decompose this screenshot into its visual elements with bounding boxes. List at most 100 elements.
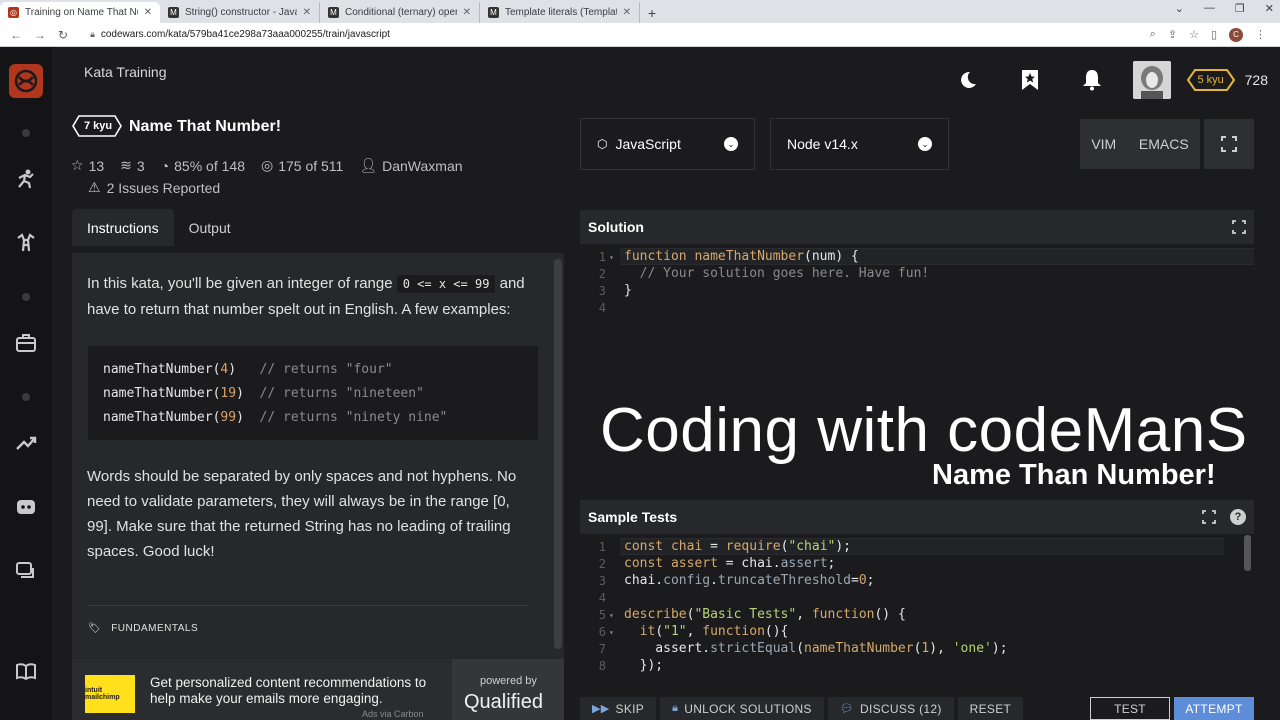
zoom-icon[interactable]: ⌕ (1150, 28, 1156, 41)
minimize-icon[interactable]: — (1204, 2, 1215, 15)
training-icon[interactable] (14, 167, 38, 191)
code-line: nameThatNumber(99) // returns "ninety ni… (103, 410, 448, 425)
user-avatar[interactable] (1132, 61, 1171, 99)
ad-via-label[interactable]: Ads via Carbon (362, 709, 424, 719)
text-line: 99]. Make sure that the returned String … (87, 518, 511, 535)
practice-icon[interactable] (14, 231, 38, 255)
attempt-button[interactable]: ATTEMPT (1174, 697, 1254, 720)
page-title: Kata Training (84, 64, 167, 80)
discuss-button[interactable]: 💬︎ DISCUSS (12) (827, 697, 954, 720)
bookmarks-icon[interactable] (999, 60, 1061, 100)
ad-text[interactable]: Get personalized content recommendations… (150, 675, 450, 707)
share-icon[interactable]: ⇪ (1168, 28, 1177, 41)
fold-arrow-icon[interactable]: ▾ (609, 253, 614, 262)
browser-profile-avatar[interactable]: C (1229, 27, 1243, 42)
kata-title: Name That Number! (129, 118, 282, 135)
text-fragment: and (499, 275, 525, 292)
carbon-ad[interactable]: intuit mailchimp Get personalized conten… (72, 659, 564, 720)
tab-output[interactable]: Output (174, 209, 246, 246)
stars-stat[interactable]: ☆ 13 (71, 157, 104, 174)
url-field[interactable]: 🔒︎ codewars.com/kata/579ba41ce298a73aaa0… (78, 29, 1150, 40)
browser-tab-2[interactable]: M String() constructor - JavaScript ✕ (160, 2, 320, 23)
author-name: DanWaxman (382, 157, 463, 174)
close-tab-icon[interactable]: ✕ (463, 7, 471, 18)
action-bar: ▶▶ SKIP 🔒︎ UNLOCK SOLUTIONS 💬︎ DISCUSS (12)… (580, 697, 1254, 720)
instructions-scrollbar[interactable] (554, 259, 562, 649)
code-line: nameThatNumber(19) // returns "nineteen" (103, 386, 424, 401)
code-line: assert.strictEqual(nameThatNumber(1), 'o… (624, 641, 1008, 656)
leaderboard-trend-icon[interactable] (14, 431, 38, 455)
tab-title: Training on Name That Number! (25, 7, 138, 18)
sidebar-icon[interactable]: ▯ (1211, 28, 1217, 41)
completed-text: 175 of 511 (278, 157, 344, 174)
author-stat[interactable]: 👤︎ DanWaxman (359, 157, 462, 174)
tag-icon: 🏷︎ (88, 623, 102, 634)
browser-tab-1[interactable]: ◎ Training on Name That Number! ✕ (0, 2, 160, 23)
rank-badge[interactable]: 5 kyu (1186, 69, 1235, 91)
expand-icon[interactable] (1232, 220, 1246, 234)
reset-button[interactable]: RESET (957, 697, 1024, 720)
tab-search-icon[interactable]: ⌄ (1175, 2, 1184, 15)
emacs-mode-button[interactable]: EMACS (1139, 136, 1189, 152)
tab-instructions[interactable]: Instructions (72, 209, 174, 246)
language-value: JavaScript (615, 136, 681, 152)
mdn-favicon-icon: M (328, 7, 339, 18)
briefcase-icon[interactable] (14, 331, 38, 355)
line-number: 1 (598, 540, 606, 554)
browser-tab-3[interactable]: M Conditional (ternary) operator - ✕ (320, 2, 480, 23)
reload-icon[interactable]: ↻ (58, 28, 68, 42)
expand-icon (1221, 136, 1237, 152)
discord-icon[interactable] (14, 495, 38, 519)
skip-button[interactable]: ▶▶ SKIP (580, 697, 657, 720)
tab-title: Conditional (ternary) operator - (345, 7, 457, 18)
close-tab-icon[interactable]: ✕ (144, 7, 152, 18)
version-select[interactable]: Node v14.x ⌄ (770, 118, 949, 170)
forward-icon[interactable]: → (34, 28, 46, 42)
help-icon[interactable]: ? (1230, 509, 1246, 525)
sample-tests-header: Sample Tests ? (580, 500, 1254, 534)
chat-icon[interactable] (14, 559, 38, 583)
browser-tab-bar: ◎ Training on Name That Number! ✕ M Stri… (0, 0, 1280, 23)
new-tab-icon[interactable]: + (640, 2, 664, 23)
back-icon[interactable]: ← (10, 28, 22, 42)
unlock-solutions-button[interactable]: 🔒︎ UNLOCK SOLUTIONS (660, 697, 824, 720)
nav-separator-dot (22, 129, 30, 137)
close-tab-icon[interactable]: ✕ (623, 7, 631, 18)
notifications-bell-icon[interactable] (1061, 60, 1123, 100)
docs-book-icon[interactable] (14, 659, 38, 683)
close-tab-icon[interactable]: ✕ (303, 7, 311, 18)
url-text: codewars.com/kata/579ba41ce298a73aaa0002… (100, 29, 390, 40)
test-button[interactable]: TEST (1090, 697, 1170, 720)
sample-tests-title: Sample Tests (588, 509, 678, 525)
version-value: Node v14.x (787, 136, 858, 152)
line-number: 6 (598, 625, 606, 639)
close-window-icon[interactable]: ✕ (1265, 2, 1274, 15)
vim-mode-button[interactable]: VIM (1091, 136, 1116, 152)
code-line: nameThatNumber(4) // returns "four" (103, 362, 393, 377)
expand-icon[interactable] (1202, 510, 1216, 524)
fold-arrow-icon[interactable]: ▾ (609, 611, 614, 620)
fullscreen-button[interactable] (1204, 119, 1254, 169)
issues-reported[interactable]: ⚠ 2 Issues Reported (88, 179, 220, 196)
browser-tab-4[interactable]: M Template literals (Template string ✕ (480, 2, 640, 23)
satisfaction-text: 85% of 148 (174, 157, 245, 174)
sample-tests-editor[interactable]: 1 const chai = require("chai"); 2 const … (580, 537, 1254, 687)
dark-mode-moon-icon[interactable] (937, 60, 999, 100)
nav-separator-dot (22, 393, 30, 401)
tag-fundamentals[interactable]: 🏷︎ FUNDAMENTALS (88, 623, 198, 634)
lock-icon: 🔒︎ (672, 702, 679, 714)
restore-icon[interactable]: ❐ (1235, 2, 1245, 15)
qualified-branding[interactable]: powered by Qualified (452, 659, 564, 720)
codewars-logo-icon[interactable] (9, 64, 43, 98)
completed-stat: ◎ 175 of 511 (261, 157, 343, 174)
language-select[interactable]: ⬡ JavaScript ⌄ (580, 118, 755, 170)
powered-by-label: powered by (480, 675, 537, 687)
code-line: // Your solution goes here. Have fun! (624, 266, 930, 281)
fold-arrow-icon[interactable]: ▾ (609, 628, 614, 637)
browser-menu-icon[interactable]: ⋮ (1255, 28, 1266, 41)
left-navigation (0, 47, 52, 720)
tests-editor-scrollbar[interactable] (1244, 535, 1251, 571)
bookmark-star-icon[interactable]: ☆ (1189, 28, 1199, 41)
collections-stat[interactable]: ≋ 3 (120, 157, 145, 174)
text-line: need to validate parameters, they will a… (87, 493, 510, 510)
